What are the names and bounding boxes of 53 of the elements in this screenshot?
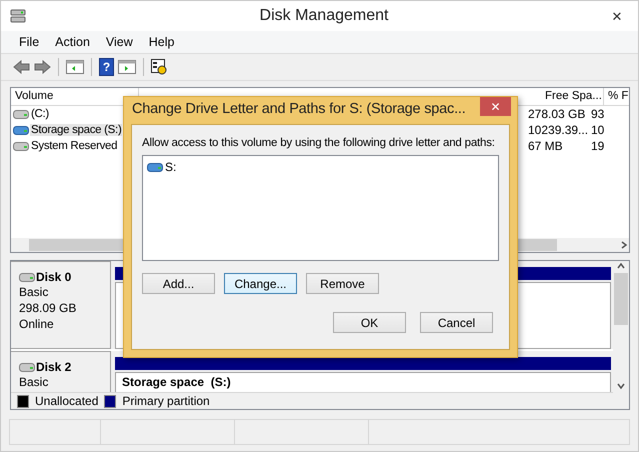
properties-icon[interactable] (151, 59, 167, 75)
disk-name: Disk 0 (36, 270, 72, 284)
dialog-button[interactable]: Remove (306, 273, 379, 294)
disk-detail: 298.09 GB (19, 301, 78, 316)
disk-name: Disk 2 (36, 360, 72, 374)
column-header[interactable]: Free Spa... (541, 88, 604, 105)
scroll-up-icon[interactable] (616, 261, 626, 271)
table-cell: 67 MB (528, 139, 563, 153)
menu-item[interactable]: Action (47, 35, 98, 49)
back-arrow-icon[interactable] (13, 60, 30, 74)
menu-item[interactable]: File (11, 35, 48, 49)
disk-detail: Online (19, 317, 55, 332)
disk-info-panel[interactable]: Disk 2 Basic (11, 351, 111, 392)
scroll-right-icon[interactable] (619, 240, 629, 250)
disk-info-panel[interactable]: Disk 0 Basic 298.09 GB Online (11, 261, 111, 349)
drive-label[interactable]: System Reserved (30, 140, 118, 152)
pane-icon[interactable] (118, 60, 136, 74)
drive-icon (13, 142, 29, 150)
legend-label: Unallocated (35, 394, 98, 408)
table-cell: 19 (591, 139, 604, 153)
drive-icon (13, 110, 29, 118)
disk-detail: Basic (19, 285, 50, 300)
menu-item[interactable]: Help (140, 35, 182, 49)
partition-label: Storage space (S:) (122, 375, 231, 389)
window-title: Disk Management (258, 7, 390, 25)
drive-icon (13, 126, 29, 134)
dialog-button[interactable]: Cancel (420, 312, 493, 333)
path-item[interactable]: S: (165, 160, 176, 174)
dialog-button[interactable]: Change... (224, 273, 297, 294)
drive-icon (147, 162, 163, 172)
menu-item[interactable]: View (98, 35, 141, 49)
drive-icon (19, 362, 35, 372)
table-cell: 10239.39... (528, 123, 588, 137)
drive-label[interactable]: (C:) (30, 108, 50, 120)
table-cell: 10 (591, 123, 604, 137)
partition-box[interactable]: Storage space (S:) (115, 372, 611, 392)
scroll-down-icon[interactable] (616, 381, 626, 391)
legend-label: Primary partition (122, 394, 210, 408)
help-icon[interactable]: ? (99, 58, 114, 76)
dialog-prompt: Allow access to this volume by using the following drive letter and paths: (142, 137, 496, 149)
disk-detail: Basic (19, 375, 50, 390)
drive-label[interactable]: Storage space (S:) (30, 124, 122, 136)
app-icon (10, 9, 26, 23)
dialog-button[interactable]: Add... (142, 273, 215, 294)
dialog-button[interactable]: OK (333, 312, 406, 333)
forward-arrow-icon[interactable] (34, 60, 51, 74)
close-button[interactable]: ✕ (602, 8, 632, 24)
close-button[interactable]: ✕ (480, 97, 511, 116)
drive-icon (19, 272, 35, 282)
column-header[interactable]: % F (604, 88, 629, 105)
table-cell: 278.03 GB (528, 107, 586, 121)
table-cell: 93 (591, 107, 604, 121)
pane-icon[interactable] (66, 60, 84, 74)
